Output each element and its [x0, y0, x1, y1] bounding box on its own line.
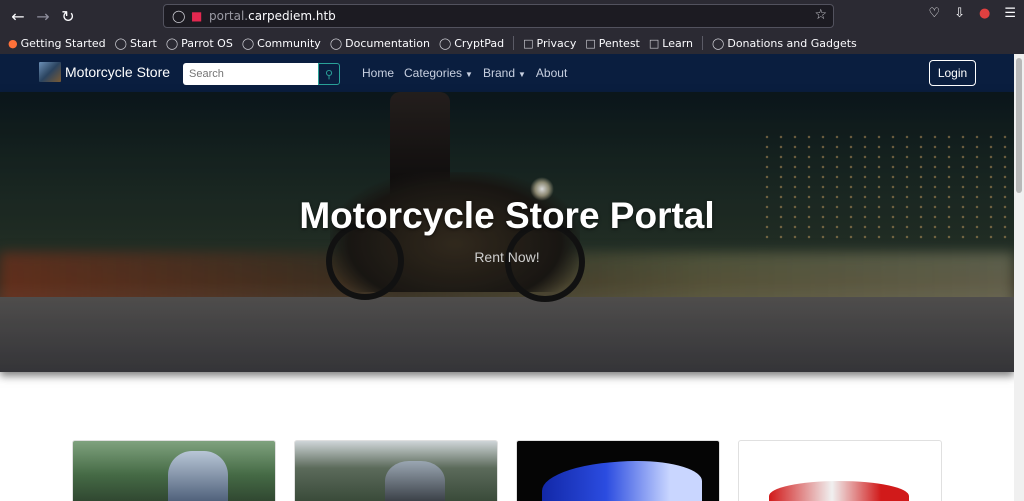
menu-icon[interactable]: ☰ [1004, 6, 1016, 21]
toolbar: ← → ↻ ◯ ■ portal.carpediem.htb ☆ ♡ ⇩ ● ☰ [0, 0, 1024, 32]
url-text[interactable]: portal.carpediem.htb [209, 9, 336, 23]
nav-brand-label: Brand [482, 66, 515, 80]
site-brand[interactable]: Motorcycle Store [39, 62, 170, 82]
folder-icon: □ [523, 36, 534, 50]
forward-arrow-icon[interactable]: → [32, 5, 54, 27]
bookmark-label: Pentest [598, 36, 640, 50]
download-icon[interactable]: ⇩ [954, 6, 965, 21]
globe-icon: ◯ [165, 36, 179, 50]
bookmark-getting-started[interactable]: ● Getting Started [8, 37, 106, 50]
globe-icon: ◯ [241, 36, 255, 50]
globe-icon: ◯ [712, 36, 725, 50]
bookmark-label: Donations and Gadgets [727, 36, 857, 50]
product-cards [72, 440, 942, 501]
scrollbar-thumb[interactable] [1016, 58, 1022, 193]
pocket-icon[interactable]: ♡ [928, 6, 940, 21]
caret-down-icon: ▼ [518, 70, 526, 79]
bookmark-donations[interactable]: ◯ Donations and Gadgets [712, 37, 857, 50]
product-image [542, 461, 702, 501]
product-card[interactable] [516, 440, 720, 501]
brand-name: Motorcycle Store [65, 64, 171, 80]
bookmark-label: Learn [662, 36, 694, 50]
bookmark-label: Privacy [536, 36, 577, 50]
caret-down-icon: ▼ [465, 70, 473, 79]
product-card[interactable] [738, 440, 942, 501]
product-card[interactable] [72, 440, 276, 501]
login-button[interactable]: Login [929, 60, 976, 86]
search-icon: ⚲ [324, 67, 334, 81]
bookmark-separator [702, 36, 704, 50]
bookmark-community[interactable]: ◯ Community [242, 37, 321, 50]
brand-logo [39, 62, 61, 82]
page-scrollbar[interactable] [1014, 54, 1024, 501]
search-button[interactable]: ⚲ [318, 63, 340, 85]
product-card[interactable] [294, 440, 498, 501]
url-domain: carpediem.htb [248, 9, 336, 23]
bookmarks-bar: ● Getting Started ◯ Start ◯ Parrot OS ◯ Comm… [0, 32, 1024, 54]
url-subdomain: portal. [209, 9, 249, 23]
shield-icon[interactable]: ◯ [172, 9, 185, 23]
globe-icon: ◯ [114, 36, 127, 50]
bookmark-label: Start [129, 36, 157, 50]
toolbar-right-icons: ♡ ⇩ ● ☰ [928, 6, 1016, 21]
bookmark-label: Parrot OS [181, 36, 233, 50]
hero-subtitle: Rent Now! [474, 249, 540, 265]
bookmark-label: Community [257, 36, 321, 50]
nav-links: Home Categories ▼ Brand ▼ About [362, 66, 577, 80]
hero-banner: Motorcycle Store Portal Rent Now! [0, 92, 1014, 372]
nav-home[interactable]: Home [362, 66, 394, 80]
url-bar[interactable]: ◯ ■ portal.carpediem.htb ☆ [163, 4, 834, 28]
globe-icon: ◯ [438, 36, 452, 50]
product-image [168, 451, 228, 501]
bookmark-label: Documentation [345, 36, 430, 50]
site-navbar: Motorcycle Store ⚲ Home Categories▼ Bran… [0, 54, 1014, 92]
product-image [769, 481, 909, 501]
bookmark-pentest[interactable]: □ Pentest [585, 37, 640, 50]
web-page: Motorcycle Store ⚲ Home Categories▼ Bran… [0, 54, 1014, 501]
bookmark-documentation[interactable]: ◯ Documentation [330, 37, 430, 50]
reload-icon[interactable]: ↻ [57, 5, 79, 27]
product-image [385, 461, 445, 501]
folder-icon: □ [585, 36, 596, 50]
bookmark-learn[interactable]: □ Learn [649, 37, 693, 50]
back-arrow-icon[interactable]: ← [7, 5, 29, 27]
globe-icon: ◯ [329, 36, 343, 50]
browser-chrome: ← → ↻ ◯ ■ portal.carpediem.htb ☆ ♡ ⇩ ● ☰… [0, 0, 1024, 54]
bookmark-separator [513, 36, 515, 50]
nav-categories-label: Categories [404, 66, 463, 80]
bookmark-start[interactable]: ◯ Start [115, 37, 157, 50]
hero-title: Motorcycle Store Portal [299, 195, 715, 236]
bookmark-star-icon[interactable]: ☆ [814, 7, 827, 23]
nav-categories[interactable]: Categories ▼ [404, 66, 473, 80]
extension-icon[interactable]: ● [979, 6, 990, 21]
firefox-icon: ● [8, 36, 18, 50]
bookmark-label: CryptPad [454, 36, 505, 50]
bookmark-label: Getting Started [20, 36, 106, 50]
bookmark-parrot-os[interactable]: ◯ Parrot OS [166, 37, 233, 50]
nav-about[interactable]: About [536, 66, 567, 80]
bookmark-privacy[interactable]: □ Privacy [523, 37, 576, 50]
search-form: ⚲ [183, 63, 340, 85]
nav-brand[interactable]: Brand ▼ [483, 66, 526, 80]
search-input[interactable] [183, 63, 318, 85]
bookmark-cryptpad[interactable]: ◯ CryptPad [439, 37, 504, 50]
folder-icon: □ [648, 36, 660, 50]
insecure-lock-icon[interactable]: ■ [191, 9, 202, 23]
